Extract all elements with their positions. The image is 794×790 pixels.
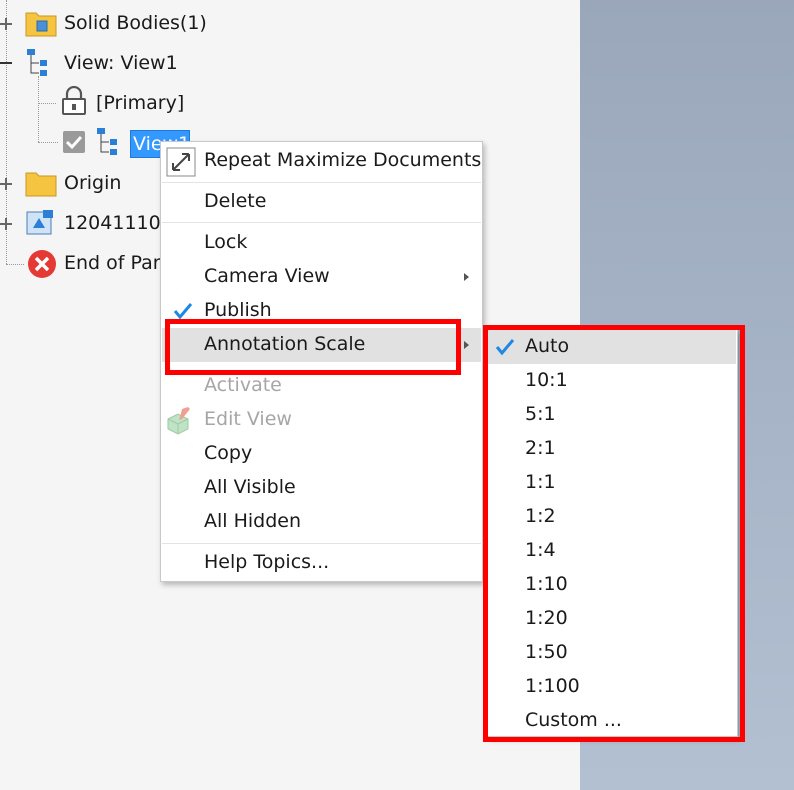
scale-option-label: 5:1 — [525, 403, 556, 425]
checkmark-icon — [172, 300, 194, 322]
expand-icon[interactable] — [0, 178, 12, 190]
scale-option-label: 1:100 — [525, 675, 580, 697]
menu-item-edit-view[interactable]: Edit View — [162, 403, 481, 437]
menu-item-label: Repeat Maximize Documents — [204, 149, 482, 171]
part-icon — [25, 208, 57, 238]
scale-option-1-2[interactable]: 1:2 — [488, 500, 736, 534]
scale-option-label: Auto — [525, 335, 570, 357]
scale-option-label: 1:1 — [525, 471, 556, 493]
tree-item-view1-group[interactable]: View: View1 — [64, 51, 178, 75]
menu-separator — [162, 182, 481, 183]
menu-item-label: Copy — [204, 442, 253, 464]
scale-option-1-100[interactable]: 1:100 — [488, 670, 736, 704]
expand-icon[interactable] — [0, 218, 12, 230]
menu-item-label: Lock — [204, 231, 248, 253]
tree-item-end-of-part[interactable]: End of Part — [64, 251, 168, 275]
menu-item-label: Publish — [204, 299, 272, 321]
annotation-scale-submenu: Auto 10:1 5:1 2:1 1:1 1:2 1:4 1:10 1:20 … — [486, 329, 738, 737]
menu-separator — [162, 222, 481, 223]
collapse-icon[interactable] — [0, 62, 12, 64]
scale-option-1-20[interactable]: 1:20 — [488, 602, 736, 636]
tree-connector — [38, 142, 58, 143]
scale-option-label: 1:50 — [525, 641, 568, 663]
context-menu: Repeat Maximize Documents Delete Lock Ca… — [160, 141, 483, 582]
scale-option-5-1[interactable]: 5:1 — [488, 398, 736, 432]
lock-icon — [60, 86, 88, 116]
scale-option-label: 1:2 — [525, 505, 556, 527]
menu-item-all-visible[interactable]: All Visible — [162, 471, 481, 505]
tree-item-part[interactable]: 120411100 — [64, 211, 173, 235]
view-tree-icon — [96, 127, 128, 157]
submenu-arrow-icon — [464, 273, 469, 281]
tree-item-primary[interactable]: [Primary] — [96, 91, 184, 115]
menu-item-annotation-scale[interactable]: Annotation Scale — [162, 328, 481, 362]
menu-item-activate[interactable]: Activate — [162, 369, 481, 403]
tree-connector — [38, 76, 39, 142]
menu-item-label: All Hidden — [204, 510, 302, 532]
scale-option-10-1[interactable]: 10:1 — [488, 364, 736, 398]
checkbox-icon[interactable] — [62, 130, 86, 154]
menu-separator — [162, 543, 481, 544]
scale-option-2-1[interactable]: 2:1 — [488, 432, 736, 466]
scale-option-1-4[interactable]: 1:4 — [488, 534, 736, 568]
menu-item-all-hidden[interactable]: All Hidden — [162, 505, 481, 539]
scale-option-1-1[interactable]: 1:1 — [488, 466, 736, 500]
scale-option-label: 1:4 — [525, 539, 556, 561]
submenu-arrow-icon — [464, 341, 469, 349]
menu-item-repeat-maximize[interactable]: Repeat Maximize Documents — [162, 144, 481, 178]
menu-item-lock[interactable]: Lock — [162, 226, 481, 260]
checkmark-icon — [494, 336, 516, 358]
scale-option-1-10[interactable]: 1:10 — [488, 568, 736, 602]
menu-item-camera-view[interactable]: Camera View — [162, 260, 481, 294]
menu-item-label: Activate — [204, 374, 282, 396]
menu-item-copy[interactable]: Copy — [162, 437, 481, 471]
scale-option-label: 2:1 — [525, 437, 556, 459]
scale-option-label: 1:20 — [525, 607, 568, 629]
menu-item-help-topics[interactable]: Help Topics... — [162, 546, 481, 580]
tree-connector — [38, 103, 56, 104]
scale-option-custom[interactable]: Custom ... — [488, 704, 736, 738]
scale-option-auto[interactable]: Auto — [488, 330, 736, 364]
menu-item-label: Delete — [204, 190, 267, 212]
menu-item-label: Help Topics... — [204, 551, 330, 573]
maximize-icon — [166, 147, 196, 177]
menu-item-label: Annotation Scale — [204, 333, 366, 355]
menu-item-label: Camera View — [204, 265, 330, 287]
scale-option-label: 10:1 — [525, 369, 568, 391]
expand-icon[interactable] — [0, 18, 12, 30]
tree-item-origin[interactable]: Origin — [64, 171, 121, 195]
scale-option-label: 1:10 — [525, 573, 568, 595]
tree-connector — [6, 264, 24, 265]
tree-item-solid-bodies[interactable]: Solid Bodies(1) — [64, 11, 207, 35]
menu-item-label: Edit View — [204, 408, 292, 430]
scale-option-1-50[interactable]: 1:50 — [488, 636, 736, 670]
edit-view-icon — [164, 405, 194, 435]
error-icon — [27, 249, 57, 279]
menu-item-label: All Visible — [204, 476, 296, 498]
folder-icon — [25, 169, 57, 197]
folder-icon — [25, 9, 57, 37]
view-tree-icon — [26, 48, 58, 78]
menu-item-delete[interactable]: Delete — [162, 185, 481, 219]
menu-item-publish[interactable]: Publish — [162, 294, 481, 328]
scale-option-label: Custom ... — [525, 709, 622, 731]
